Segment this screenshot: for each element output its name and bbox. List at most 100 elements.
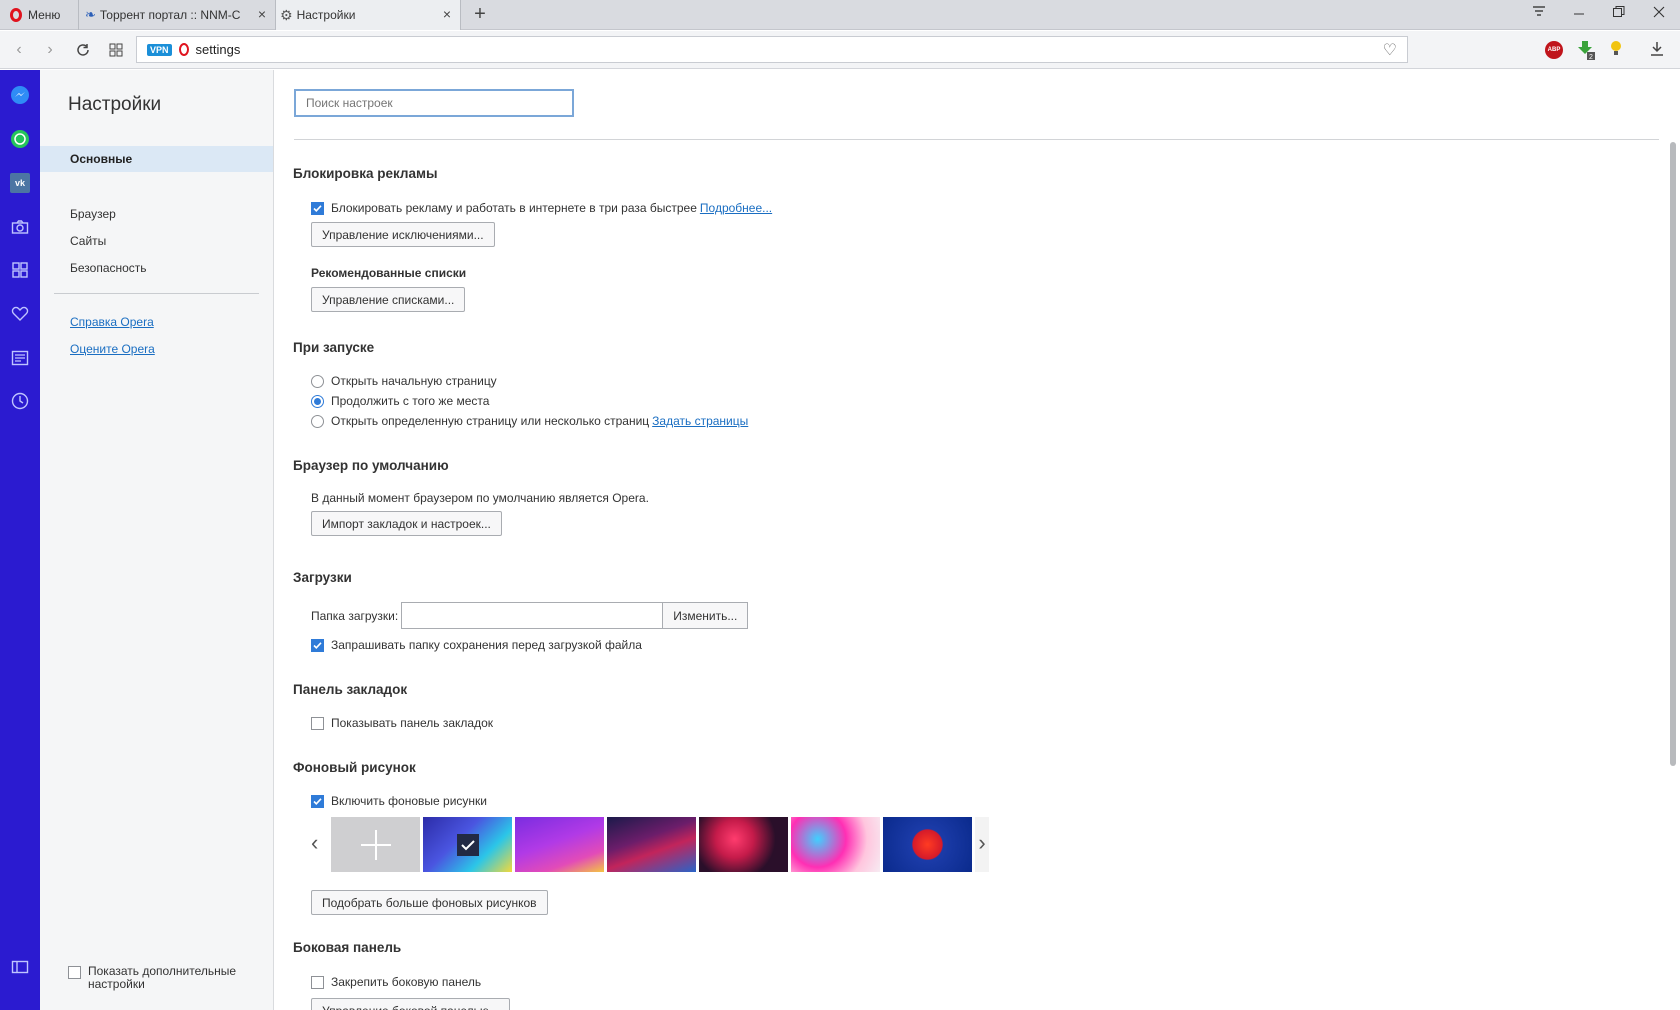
download-folder-label: Папка загрузки: (311, 608, 399, 623)
nav-item-security[interactable]: Безопасность (70, 261, 147, 275)
ask-folder-checkbox[interactable] (311, 638, 324, 652)
lightbulb-icon[interactable] (1608, 39, 1624, 59)
heart-icon[interactable] (9, 303, 31, 325)
selected-check-icon (456, 833, 479, 856)
startup-option-1-label: Открыть начальную страницу (331, 374, 497, 388)
close-window-button[interactable] (1645, 4, 1673, 26)
section-title-bookmarks-bar: Панель закладок (293, 682, 408, 697)
adblock-checkbox[interactable] (311, 201, 324, 215)
more-wallpapers-button[interactable]: Подобрать больше фоновых рисунков (311, 890, 548, 915)
pin-sidebar-checkbox[interactable] (311, 975, 324, 989)
default-browser-status: В данный момент браузером по умолчанию я… (311, 491, 649, 505)
settings-title: Настройки (68, 94, 162, 115)
chevron-left-icon[interactable]: ‹ (311, 830, 318, 856)
rate-opera-link[interactable]: Оцените Opera (70, 342, 155, 356)
set-pages-link[interactable]: Задать страницы (652, 414, 748, 428)
tab-settings[interactable]: ⚙ Настройки × (275, 0, 461, 30)
adblock-plus-icon[interactable]: ABP (1545, 41, 1563, 59)
sidebar-toggle-icon[interactable] (9, 956, 31, 978)
gear-icon: ⚙ (280, 6, 293, 23)
adblock-row: Блокировать рекламу и работать в интерне… (311, 201, 772, 215)
svg-text:2: 2 (1589, 54, 1593, 61)
nav-divider (54, 293, 259, 294)
whatsapp-icon[interactable] (9, 128, 31, 150)
enable-wallpaper-row: Включить фоновые рисунки (311, 794, 487, 808)
manage-exceptions-button[interactable]: Управление исключениями... (311, 222, 495, 247)
url-bar[interactable]: VPN settings ♡ (136, 36, 1408, 63)
manage-sidebar-button[interactable]: Управление боковой панелью... (311, 998, 510, 1010)
forward-button[interactable]: › (39, 39, 61, 61)
back-button[interactable]: ‹ (8, 39, 30, 61)
vpn-badge[interactable]: VPN (147, 43, 172, 56)
messenger-icon[interactable] (9, 84, 31, 106)
content-scrollbar[interactable] (1666, 70, 1680, 1010)
startup-option-3: Открыть определенную страницу или нескол… (311, 414, 748, 428)
speed-dial-sidebar-icon[interactable] (9, 259, 31, 281)
vk-icon[interactable]: vk (9, 172, 31, 194)
opera-logo-icon (10, 8, 22, 22)
minimize-button[interactable] (1565, 4, 1593, 26)
settings-nav: Настройки Основные Браузер Сайты Безопас… (40, 70, 274, 1010)
download-folder-row: Папка загрузки: Изменить... (311, 602, 749, 629)
chevron-right-icon[interactable]: › (975, 817, 989, 872)
manage-lists-button[interactable]: Управление списками... (311, 287, 466, 312)
recommended-lists-label: Рекомендованные списки (311, 266, 467, 280)
new-tab-button[interactable]: + (470, 4, 490, 26)
nav-item-sites[interactable]: Сайты (70, 234, 106, 248)
download-folder-input[interactable] (401, 602, 664, 629)
wallpaper-gallery: ‹ › (311, 816, 989, 872)
wallpaper-tile-6[interactable] (883, 817, 972, 872)
settings-search-input[interactable] (294, 89, 574, 117)
close-tab-icon[interactable]: × (440, 7, 454, 21)
startup-radio-2[interactable] (311, 394, 324, 408)
downloads-icon[interactable] (1649, 40, 1665, 58)
wallpaper-tile-5[interactable] (791, 817, 880, 872)
camera-icon[interactable] (9, 216, 31, 238)
reload-button[interactable] (72, 39, 94, 61)
advanced-checkbox[interactable] (68, 966, 81, 979)
news-icon[interactable] (9, 347, 31, 369)
opera-menu-button[interactable]: Меню (0, 0, 77, 30)
nav-item-browser[interactable]: Браузер (70, 207, 116, 221)
pin-sidebar-row: Закрепить боковую панель (311, 975, 481, 989)
advanced-settings-toggle[interactable]: Показать дополнительные настройки (68, 965, 236, 991)
speed-dial-icon[interactable] (105, 39, 127, 61)
search-divider (294, 139, 1659, 140)
url-text[interactable]: settings (196, 42, 241, 57)
download-extension-icon[interactable]: 2 (1576, 39, 1596, 61)
adblock-more-link[interactable]: Подробнее... (700, 201, 772, 215)
heart-bookmark-icon[interactable]: ♡ (1383, 40, 1397, 60)
import-bookmarks-button[interactable]: Импорт закладок и настроек... (311, 511, 502, 536)
butterfly-icon: ❧ (85, 7, 96, 22)
history-clock-icon[interactable] (9, 390, 31, 412)
ask-folder-label: Запрашивать папку сохранения перед загру… (331, 638, 642, 652)
wallpaper-tile-2[interactable] (515, 817, 604, 872)
wallpaper-tile-4[interactable] (699, 817, 788, 872)
settings-content: Блокировка рекламы Блокировать рекламу и… (274, 70, 1666, 1010)
enable-wallpaper-checkbox[interactable] (311, 794, 324, 808)
section-title-wallpaper: Фоновый рисунок (293, 760, 416, 775)
opera-page-icon (179, 43, 189, 56)
show-bookmarks-checkbox[interactable] (311, 716, 324, 730)
restore-button[interactable] (1605, 4, 1633, 26)
startup-radio-3[interactable] (311, 414, 324, 428)
wallpaper-tile-3[interactable] (607, 817, 696, 872)
tab-title: Настройки (296, 8, 356, 22)
startup-option-3-label: Открыть определенную страницу или нескол… (331, 414, 650, 428)
section-title-downloads: Загрузки (293, 570, 352, 585)
startup-radio-1[interactable] (311, 374, 324, 388)
scrollbar-thumb[interactable] (1670, 142, 1676, 766)
nav-item-basic[interactable]: Основные (40, 146, 273, 172)
nav-item-label: Основные (70, 152, 133, 166)
opera-sidebar: vk (0, 70, 40, 1010)
wallpaper-tile-1-selected[interactable] (423, 817, 512, 872)
close-tab-icon[interactable]: × (255, 7, 269, 21)
menu-label: Меню (28, 8, 61, 22)
tab-torrent[interactable]: ❧ Торрент портал :: NNM-C × (78, 0, 275, 30)
change-folder-button[interactable]: Изменить... (663, 602, 749, 629)
help-link[interactable]: Справка Opera (70, 315, 154, 329)
add-wallpaper-tile[interactable] (331, 817, 420, 872)
enable-wallpaper-label: Включить фоновые рисунки (331, 794, 487, 808)
tab-menu-icon[interactable] (1525, 4, 1553, 26)
startup-option-1: Открыть начальную страницу (311, 374, 497, 388)
